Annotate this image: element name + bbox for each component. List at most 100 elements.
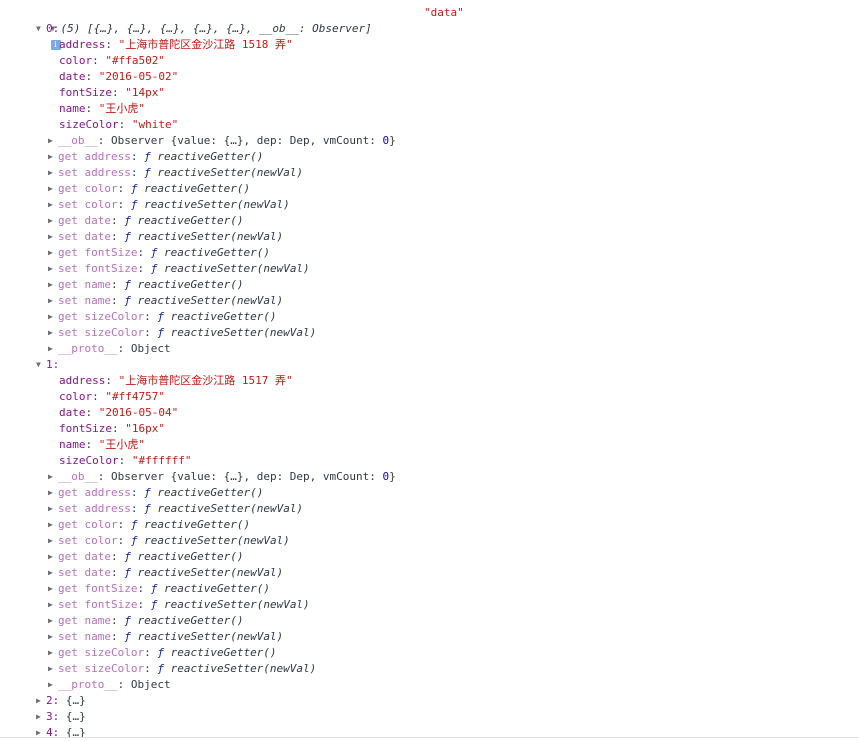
- collapse-triangle-icon[interactable]: ▶: [36, 709, 46, 725]
- property-key: address: [59, 374, 106, 387]
- accessor-row[interactable]: ▶ set fontSize: ƒ reactiveSetter(newVal): [48, 261, 310, 277]
- collapse-triangle-icon[interactable]: ▶: [48, 629, 58, 645]
- accessor-row[interactable]: ▶ get date: ƒ reactiveGetter(): [48, 549, 243, 565]
- collapse-triangle-icon[interactable]: ▶: [48, 661, 58, 677]
- function-symbol: ƒ: [157, 326, 164, 339]
- collapse-triangle-icon[interactable]: ▶: [48, 549, 58, 565]
- property-key: fontSize: [59, 422, 112, 435]
- accessor-row[interactable]: ▶ get name: ƒ reactiveGetter(): [48, 613, 243, 629]
- item-preview: {…}: [65, 710, 86, 723]
- collapse-triangle-icon[interactable]: ▶: [48, 165, 58, 181]
- observer-row[interactable]: ▶ __ob__: Observer {value: {…}, dep: Dep,…: [48, 469, 396, 485]
- collapse-triangle-icon[interactable]: ▶: [48, 613, 58, 629]
- collapsed-item-row[interactable]: ▶ 4: {…}: [36, 725, 86, 741]
- collapse-triangle-icon[interactable]: ▶: [48, 501, 58, 517]
- function-signature: reactiveGetter(): [137, 550, 244, 563]
- accessor-row[interactable]: ▶ get fontSize: ƒ reactiveGetter(): [48, 581, 270, 597]
- collapse-triangle-icon[interactable]: ▶: [48, 341, 58, 357]
- accessor-row[interactable]: ▶ set sizeColor: ƒ reactiveSetter(newVal): [48, 325, 316, 341]
- expand-triangle-icon[interactable]: ▼: [36, 357, 46, 373]
- accessor-row[interactable]: ▶ set fontSize: ƒ reactiveSetter(newVal): [48, 597, 310, 613]
- collapse-triangle-icon[interactable]: ▶: [48, 277, 58, 293]
- accessor-label: set name: [58, 630, 111, 643]
- property-row: name: "王小虎": [59, 438, 145, 451]
- accessor-row[interactable]: ▶ get address: ƒ reactiveGetter(): [48, 149, 263, 165]
- collapse-triangle-icon[interactable]: ▶: [48, 197, 58, 213]
- collapse-triangle-icon[interactable]: ▶: [48, 133, 58, 149]
- property-row: date: "2016-05-02": [59, 70, 179, 83]
- accessor-row[interactable]: ▶ set sizeColor: ƒ reactiveSetter(newVal): [48, 661, 316, 677]
- accessor-row[interactable]: ▶ set color: ƒ reactiveSetter(newVal): [48, 533, 290, 549]
- collapse-triangle-icon[interactable]: ▶: [48, 309, 58, 325]
- property-row: fontSize: "14px": [59, 86, 165, 99]
- function-symbol: ƒ: [124, 566, 131, 579]
- collapse-triangle-icon[interactable]: ▶: [48, 261, 58, 277]
- collapse-triangle-icon[interactable]: ▶: [48, 597, 58, 613]
- property-value: "王小虎": [98, 102, 145, 115]
- console-output: ▼ (5) [{…}, {…}, {…}, {…}, {…}, __ob__: O…: [0, 0, 859, 740]
- item-row-0[interactable]: ▼ 0:: [36, 21, 59, 37]
- collapse-triangle-icon[interactable]: ▶: [48, 229, 58, 245]
- collapsed-item-row[interactable]: ▶ 2: {…}: [36, 693, 86, 709]
- accessor-row[interactable]: ▶ get date: ƒ reactiveGetter(): [48, 213, 243, 229]
- function-symbol: ƒ: [144, 166, 151, 179]
- accessor-label: get address: [58, 486, 131, 499]
- accessor-row[interactable]: ▶ get color: ƒ reactiveGetter(): [48, 517, 250, 533]
- accessor-row[interactable]: ▶ set color: ƒ reactiveSetter(newVal): [48, 197, 290, 213]
- function-signature: reactiveSetter(newVal): [137, 566, 284, 579]
- collapse-triangle-icon[interactable]: ▶: [36, 693, 46, 709]
- accessor-label: get fontSize: [58, 246, 138, 259]
- function-symbol: ƒ: [124, 230, 131, 243]
- collapse-triangle-icon[interactable]: ▶: [48, 325, 58, 341]
- collapse-triangle-icon[interactable]: ▶: [48, 581, 58, 597]
- property-value: "2016-05-04": [98, 406, 179, 419]
- accessor-label: get fontSize: [58, 582, 138, 595]
- collapse-triangle-icon[interactable]: ▶: [48, 469, 58, 485]
- collapse-triangle-icon[interactable]: ▶: [48, 149, 58, 165]
- accessor-row[interactable]: ▶ set name: ƒ reactiveSetter(newVal): [48, 293, 283, 309]
- collapse-triangle-icon[interactable]: ▶: [48, 181, 58, 197]
- accessor-row[interactable]: ▶ get sizeColor: ƒ reactiveGetter(): [48, 645, 277, 661]
- collapse-triangle-icon[interactable]: ▶: [48, 645, 58, 661]
- collapsed-item-row[interactable]: ▶ 3: {…}: [36, 709, 86, 725]
- collapse-triangle-icon[interactable]: ▶: [48, 293, 58, 309]
- function-symbol: ƒ: [150, 262, 158, 275]
- accessor-row[interactable]: ▶ set date: ƒ reactiveSetter(newVal): [48, 565, 283, 581]
- accessor-row[interactable]: ▶ get color: ƒ reactiveGetter(): [48, 181, 250, 197]
- accessor-row[interactable]: ▶ get fontSize: ƒ reactiveGetter(): [48, 245, 270, 261]
- function-symbol: ƒ: [157, 310, 164, 323]
- proto-row[interactable]: ▶ __proto__: Object: [48, 677, 171, 693]
- accessor-row[interactable]: ▶ get sizeColor: ƒ reactiveGetter(): [48, 309, 277, 325]
- accessor-row[interactable]: ▶ set address: ƒ reactiveSetter(newVal): [48, 501, 303, 517]
- collapse-triangle-icon[interactable]: ▶: [48, 565, 58, 581]
- observer-row[interactable]: ▶ __ob__: Observer {value: {…}, dep: Dep,…: [48, 133, 396, 149]
- property-key: name: [59, 438, 86, 451]
- item-index: 1:: [46, 358, 60, 371]
- collapse-triangle-icon[interactable]: ▶: [48, 213, 58, 229]
- function-signature: reactiveSetter(newVal): [144, 198, 290, 211]
- function-signature: reactiveSetter(newVal): [144, 534, 290, 547]
- collapse-triangle-icon[interactable]: ▶: [48, 533, 58, 549]
- property-value: "16px": [125, 422, 165, 435]
- accessor-label: set name: [58, 294, 111, 307]
- accessor-label: get sizeColor: [58, 310, 145, 323]
- collapse-triangle-icon[interactable]: ▶: [48, 517, 58, 533]
- accessor-row[interactable]: ▶ set name: ƒ reactiveSetter(newVal): [48, 629, 283, 645]
- collapse-triangle-icon[interactable]: ▶: [36, 725, 46, 741]
- accessor-row[interactable]: ▶ set date: ƒ reactiveSetter(newVal): [48, 229, 283, 245]
- function-symbol: ƒ: [130, 198, 138, 211]
- collapse-triangle-icon[interactable]: ▶: [48, 485, 58, 501]
- accessor-row[interactable]: ▶ get address: ƒ reactiveGetter(): [48, 485, 263, 501]
- item-row-1[interactable]: ▼ 1:: [36, 357, 59, 373]
- collapse-triangle-icon[interactable]: ▶: [48, 677, 58, 693]
- accessor-row[interactable]: ▶ get name: ƒ reactiveGetter(): [48, 277, 243, 293]
- array-summary-row[interactable]: ▼ (5) [{…}, {…}, {…}, {…}, {…}, __ob__: O…: [24, 5, 372, 50]
- property-key: address: [59, 38, 106, 51]
- function-symbol: ƒ: [130, 518, 138, 531]
- proto-row[interactable]: ▶ __proto__: Object: [48, 341, 171, 357]
- accessor-row[interactable]: ▶ set address: ƒ reactiveSetter(newVal): [48, 165, 303, 181]
- function-signature: reactiveSetter(newVal): [157, 502, 304, 515]
- collapse-triangle-icon[interactable]: ▶: [48, 245, 58, 261]
- accessor-label: get color: [58, 182, 118, 195]
- expand-triangle-icon[interactable]: ▼: [36, 21, 46, 37]
